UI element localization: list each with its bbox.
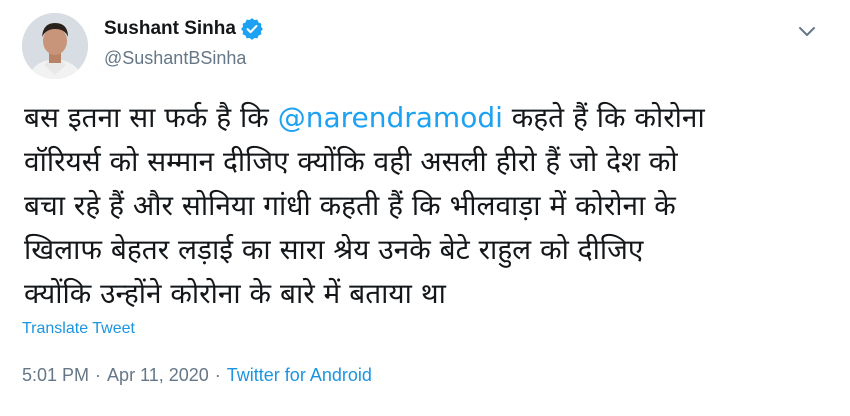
tweet-line: खिलाफ बेहतर लड़ाई का सारा श्रेय उनके बेट…	[24, 233, 644, 266]
name-row: Sushant Sinha	[104, 18, 263, 40]
tweet-time[interactable]: 5:01 PM	[22, 365, 89, 386]
tweet-meta: 5:01 PM · Apr 11, 2020 · Twitter for And…	[22, 365, 372, 386]
tweet-line: क्योंकि उन्होंने कोरोना के बारे में बताय…	[24, 277, 446, 310]
tweet-date[interactable]: Apr 11, 2020	[107, 365, 209, 386]
chevron-down-icon[interactable]	[796, 20, 818, 42]
tweet-text-segment: बस इतना सा फर्क है कि	[24, 101, 278, 134]
tweet-line: बस इतना सा फर्क है कि @narendramodi कहते…	[24, 96, 824, 140]
tweet-line: वॉरियर्स को सम्मान दीजिए क्योंकि वही असल…	[24, 145, 678, 178]
tweet-text: बस इतना सा फर्क है कि @narendramodi कहते…	[24, 96, 824, 316]
meta-separator: ·	[214, 365, 221, 385]
mention-link[interactable]: @narendramodi	[278, 101, 503, 134]
tweet-text-segment: कहते हैं कि कोरोना	[502, 101, 705, 134]
translate-tweet-link[interactable]: Translate Tweet	[22, 320, 135, 338]
display-name[interactable]: Sushant Sinha	[104, 18, 236, 40]
tweet-line: बचा रहे हैं और सोनिया गांधी कहती हैं कि …	[24, 189, 676, 222]
user-handle[interactable]: @SushantBSinha	[104, 48, 246, 69]
tweet-source-link[interactable]: Twitter for Android	[227, 365, 372, 386]
avatar[interactable]	[22, 13, 88, 79]
meta-separator: ·	[95, 365, 102, 385]
verified-badge-icon	[241, 18, 263, 40]
